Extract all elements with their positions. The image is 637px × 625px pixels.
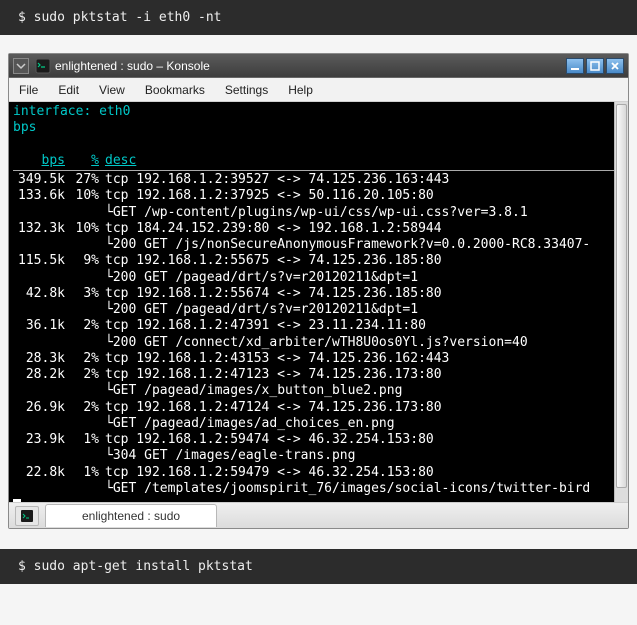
traffic-row-sub: GET /wp-content/plugins/wp-ui/css/wp-ui.… (13, 205, 624, 221)
bps-line: bps (13, 120, 624, 136)
traffic-row: 132.3k10%tcp 184.24.152.239:80 <-> 192.1… (13, 221, 624, 237)
header-row: bps % desc (13, 153, 624, 169)
header-rule (13, 170, 624, 171)
menu-settings[interactable]: Settings (215, 79, 278, 101)
maximize-icon (590, 61, 600, 71)
new-tab-button[interactable] (15, 506, 39, 526)
cell-pct: 10% (65, 188, 105, 204)
cell-desc: tcp 192.168.1.2:37925 <-> 50.116.20.105:… (105, 188, 624, 204)
cell-desc: tcp 184.24.152.239:80 <-> 192.168.1.2:58… (105, 221, 624, 237)
traffic-row-sub: 200 GET /pagead/drt/s?v=r20120211&dpt=1 (13, 270, 624, 286)
traffic-row: 42.8k3%tcp 192.168.1.2:55674 <-> 74.125.… (13, 286, 624, 302)
cell-desc: tcp 192.168.1.2:47123 <-> 74.125.236.173… (105, 367, 624, 383)
cell-desc: tcp 192.168.1.2:55674 <-> 74.125.236.185… (105, 286, 624, 302)
menu-edit[interactable]: Edit (48, 79, 89, 101)
menu-view[interactable]: View (89, 79, 135, 101)
title-bar[interactable]: enlightened : sudo – Konsole (9, 54, 628, 78)
cell-pct: 9% (65, 253, 105, 269)
traffic-row-sub: GET /pagead/images/x_button_blue2.png (13, 383, 624, 399)
system-menu-button[interactable] (13, 58, 29, 74)
cell-desc: tcp 192.168.1.2:59474 <-> 46.32.254.153:… (105, 432, 624, 448)
cell-pct: 2% (65, 367, 105, 383)
cell-bps: 28.2k (13, 367, 65, 383)
traffic-row: 115.5k9%tcp 192.168.1.2:55675 <-> 74.125… (13, 253, 624, 269)
outer-terminal-1: $ sudo pktstat -i eth0 -nt (0, 0, 637, 35)
traffic-row: 23.9k1%tcp 192.168.1.2:59474 <-> 46.32.2… (13, 432, 624, 448)
cell-bps: 26.9k (13, 400, 65, 416)
traffic-row-sub: 200 GET /pagead/drt/s?v=r20120211&dpt=1 (13, 302, 624, 318)
cell-bps: 115.5k (13, 253, 65, 269)
cell-desc: tcp 192.168.1.2:59479 <-> 46.32.254.153:… (105, 465, 624, 481)
traffic-row: 349.5k27%tcp 192.168.1.2:39527 <-> 74.12… (13, 172, 624, 188)
cell-bps: 22.8k (13, 465, 65, 481)
cell-bps: 132.3k (13, 221, 65, 237)
cell-desc: tcp 192.168.1.2:43153 <-> 74.125.236.162… (105, 351, 624, 367)
menu-help[interactable]: Help (278, 79, 323, 101)
traffic-row: 36.1k2%tcp 192.168.1.2:47391 <-> 23.11.2… (13, 318, 624, 334)
interface-line: interface: eth0 (13, 104, 624, 120)
cell-pct: 27% (65, 172, 105, 188)
menu-bar: File Edit View Bookmarks Settings Help (9, 78, 628, 102)
close-button[interactable] (606, 58, 624, 74)
col-header-bps: bps (13, 153, 65, 169)
cell-pct: 1% (65, 432, 105, 448)
terminal-icon (21, 510, 33, 522)
cell-desc: tcp 192.168.1.2:47124 <-> 74.125.236.173… (105, 400, 624, 416)
col-header-pct: % (65, 153, 105, 169)
cell-bps: 42.8k (13, 286, 65, 302)
prompt: $ (18, 559, 34, 574)
maximize-button[interactable] (586, 58, 604, 74)
traffic-row: 28.3k2%tcp 192.168.1.2:43153 <-> 74.125.… (13, 351, 624, 367)
cell-desc: tcp 192.168.1.2:55675 <-> 74.125.236.185… (105, 253, 624, 269)
tab-active[interactable]: enlightened : sudo (45, 504, 217, 527)
traffic-row-sub: 304 GET /images/eagle-trans.png (13, 448, 624, 464)
tab-bar: enlightened : sudo (9, 502, 628, 528)
command-text: sudo apt-get install pktstat (34, 559, 253, 574)
cell-desc: tcp 192.168.1.2:39527 <-> 74.125.236.163… (105, 172, 624, 188)
outer-terminal-2: $ sudo apt-get install pktstat (0, 549, 637, 584)
minimize-icon (570, 61, 580, 71)
scrollbar[interactable] (614, 102, 628, 502)
terminal-cursor (13, 499, 21, 502)
terminal-pane[interactable]: interface: eth0 bps bps % desc 349.5k27%… (9, 102, 628, 502)
cell-bps: 23.9k (13, 432, 65, 448)
cell-bps: 28.3k (13, 351, 65, 367)
cell-bps: 36.1k (13, 318, 65, 334)
cell-bps: 349.5k (13, 172, 65, 188)
prompt: $ (18, 10, 34, 25)
close-icon (610, 61, 620, 71)
konsole-window: enlightened : sudo – Konsole File Edit V… (8, 53, 629, 529)
menu-file[interactable]: File (9, 79, 48, 101)
menu-bookmarks[interactable]: Bookmarks (135, 79, 215, 101)
traffic-row-sub: GET /templates/joomspirit_76/images/soci… (13, 481, 624, 497)
minimize-button[interactable] (566, 58, 584, 74)
traffic-row-sub: GET /pagead/images/ad_choices_en.png (13, 416, 624, 432)
chevron-down-icon (16, 61, 26, 71)
command-text: sudo pktstat -i eth0 -nt (34, 10, 222, 25)
traffic-row-sub: 200 GET /connect/xd_arbiter/wTH8U0os0Yl.… (13, 335, 624, 351)
konsole-app-icon (35, 58, 51, 74)
cell-pct: 2% (65, 400, 105, 416)
blank-line (13, 137, 624, 153)
cell-pct: 3% (65, 286, 105, 302)
traffic-row-sub: 200 GET /js/nonSecureAnonymousFramework?… (13, 237, 624, 253)
traffic-row: 22.8k1%tcp 192.168.1.2:59479 <-> 46.32.2… (13, 465, 624, 481)
window-title: enlightened : sudo – Konsole (55, 59, 564, 73)
traffic-row: 133.6k10%tcp 192.168.1.2:37925 <-> 50.11… (13, 188, 624, 204)
cell-bps: 133.6k (13, 188, 65, 204)
traffic-row: 26.9k2%tcp 192.168.1.2:47124 <-> 74.125.… (13, 400, 624, 416)
scrollbar-thumb[interactable] (616, 104, 627, 488)
cell-pct: 2% (65, 351, 105, 367)
cell-pct: 2% (65, 318, 105, 334)
col-header-desc: desc (105, 153, 136, 169)
traffic-row: 28.2k2%tcp 192.168.1.2:47123 <-> 74.125.… (13, 367, 624, 383)
cell-pct: 10% (65, 221, 105, 237)
cell-desc: tcp 192.168.1.2:47391 <-> 23.11.234.11:8… (105, 318, 624, 334)
rows-container: 349.5k27%tcp 192.168.1.2:39527 <-> 74.12… (13, 172, 624, 497)
cell-pct: 1% (65, 465, 105, 481)
